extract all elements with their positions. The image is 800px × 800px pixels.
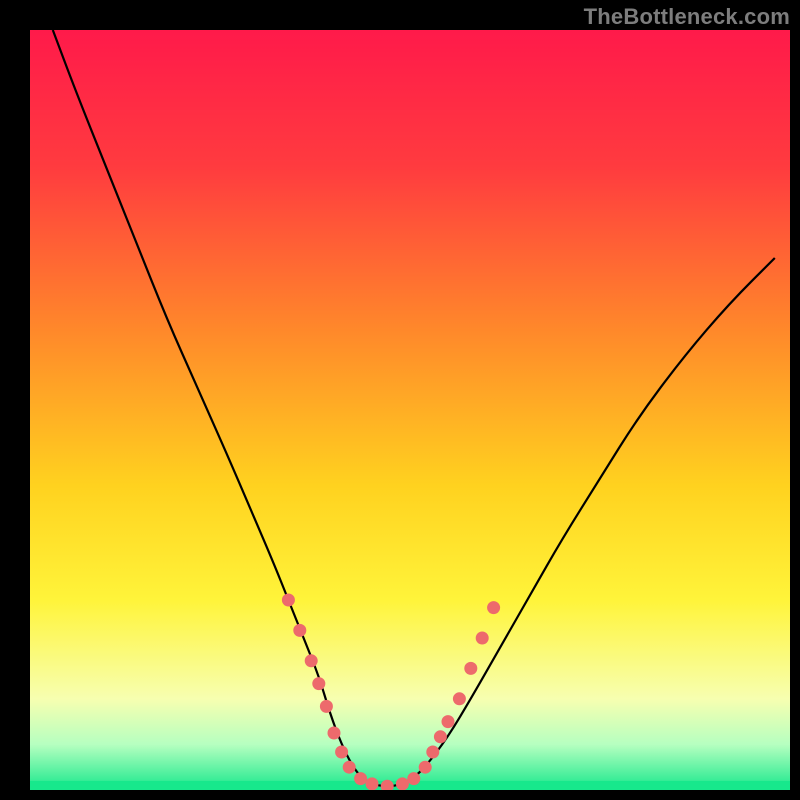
bottleneck-chart [0, 0, 800, 800]
curve-marker [464, 662, 477, 675]
curve-marker [354, 772, 367, 785]
plot-background [30, 30, 790, 790]
curve-marker [453, 692, 466, 705]
curve-marker [407, 772, 420, 785]
curve-marker [426, 746, 439, 759]
curve-marker [320, 700, 333, 713]
curve-marker [282, 594, 295, 607]
curve-marker [476, 632, 489, 645]
curve-marker [419, 761, 432, 774]
curve-marker [434, 730, 447, 743]
curve-marker [335, 746, 348, 759]
curve-marker [396, 777, 409, 790]
curve-marker [305, 654, 318, 667]
curve-marker [328, 727, 341, 740]
curve-marker [312, 677, 325, 690]
curve-marker [343, 761, 356, 774]
curve-marker [293, 624, 306, 637]
chart-stage: TheBottleneck.com [0, 0, 800, 800]
curve-marker [366, 777, 379, 790]
curve-marker [442, 715, 455, 728]
watermark-text: TheBottleneck.com [584, 4, 790, 30]
curve-marker [487, 601, 500, 614]
